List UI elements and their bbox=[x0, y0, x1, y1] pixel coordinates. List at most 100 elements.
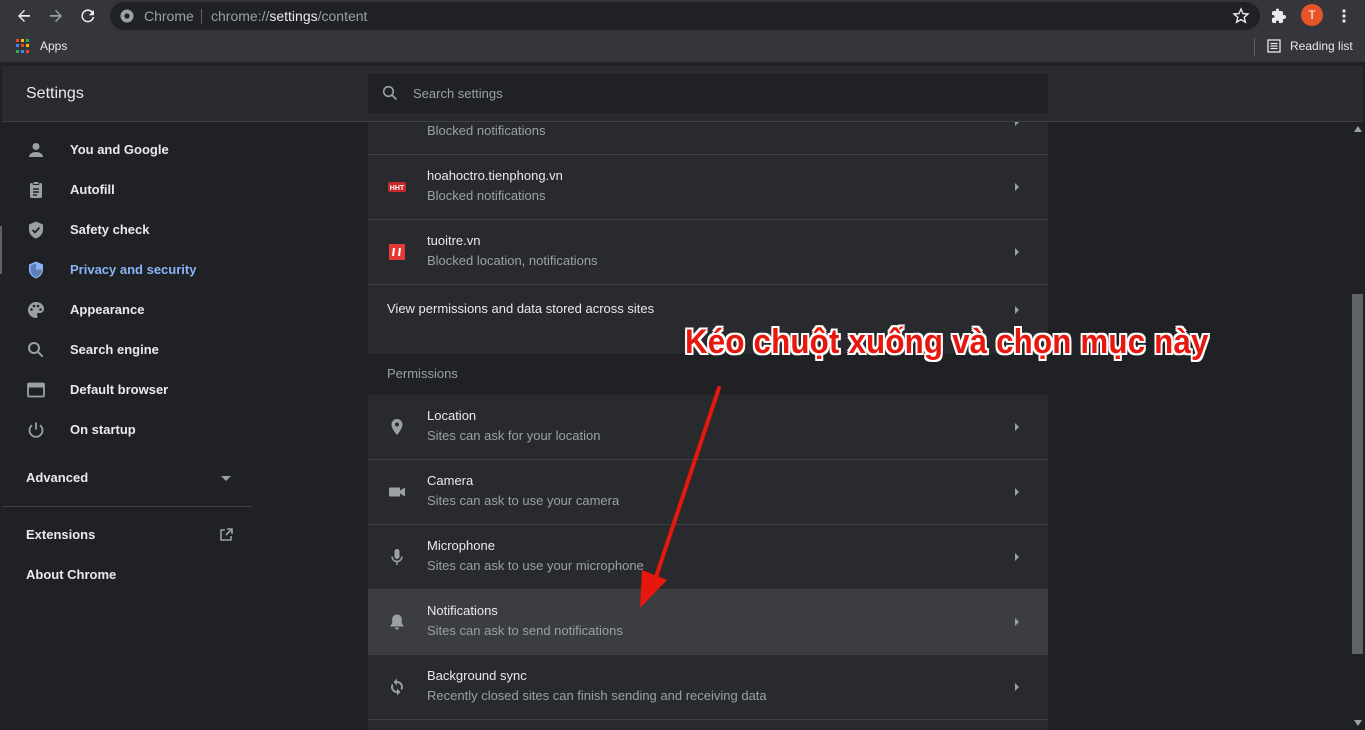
search-input[interactable]: Search settings bbox=[368, 74, 1048, 113]
permissions-card: Location Sites can ask for your location… bbox=[368, 395, 1048, 730]
permission-subtitle: Sites can ask to use your microphone bbox=[427, 558, 644, 573]
bookmarks-divider bbox=[1254, 38, 1255, 56]
reload-button[interactable] bbox=[76, 4, 100, 28]
page-scrollbar[interactable] bbox=[1351, 122, 1365, 730]
omnibox-divider bbox=[201, 9, 202, 24]
sidebar-item-privacy[interactable]: Privacy and security bbox=[2, 250, 252, 290]
chevron-right-icon bbox=[1015, 618, 1019, 626]
scroll-down-arrow-icon[interactable] bbox=[1354, 720, 1362, 726]
site-row[interactable]: tuoitre.vn Blocked location, notificatio… bbox=[368, 220, 1048, 285]
sidebar-about-chrome[interactable]: About Chrome bbox=[26, 567, 116, 582]
chevron-down-icon[interactable] bbox=[221, 476, 231, 482]
search-icon bbox=[382, 85, 398, 101]
sidebar-item-label: Autofill bbox=[70, 182, 115, 197]
scrollbar-thumb[interactable] bbox=[1352, 294, 1363, 654]
url-host: settings bbox=[269, 8, 318, 24]
page-title: Settings bbox=[26, 85, 84, 102]
reading-list-icon bbox=[1267, 39, 1281, 53]
sidebar-item-label: Appearance bbox=[70, 302, 145, 317]
permission-row-notifications[interactable]: Notifications Sites can ask to send noti… bbox=[368, 590, 1048, 655]
search-placeholder: Search settings bbox=[413, 86, 503, 101]
chevron-right-icon bbox=[1015, 183, 1019, 191]
clipboard-icon bbox=[30, 181, 42, 198]
sidebar-item-label: Safety check bbox=[70, 222, 150, 237]
permission-subtitle: Sites can ask for your location bbox=[427, 428, 601, 443]
settings-sidebar: You and Google Autofill Safety check Pri… bbox=[2, 122, 252, 730]
site-name: tuoitre.vn bbox=[427, 233, 481, 248]
site-chip-label: Chrome bbox=[144, 8, 194, 24]
site-row[interactable]: HHT hoahoctro.tienphong.vn Blocked notif… bbox=[368, 155, 1048, 220]
site-list-card: Blocked notifications HHT hoahoctro.tien… bbox=[368, 122, 1048, 354]
url-path: /content bbox=[317, 8, 368, 24]
permission-subtitle: Recently closed sites can finish sending… bbox=[427, 688, 767, 703]
scroll-up-arrow-icon[interactable] bbox=[1354, 126, 1362, 132]
settings-header: Settings Search settings bbox=[2, 66, 1363, 122]
puzzle-icon bbox=[1272, 8, 1286, 23]
apps-label: Apps bbox=[40, 39, 68, 53]
permission-subtitle: Sites can ask to use your camera bbox=[427, 493, 620, 508]
view-permissions-label: View permissions and data stored across … bbox=[387, 301, 655, 316]
permission-row-microphone[interactable]: Microphone Sites can ask to use your mic… bbox=[368, 525, 1048, 590]
site-row[interactable]: Blocked notifications bbox=[368, 122, 1048, 155]
palette-icon bbox=[28, 302, 44, 318]
open-external-icon[interactable] bbox=[218, 527, 234, 543]
site-favicon: HHT bbox=[388, 182, 406, 192]
permission-title: Background sync bbox=[427, 668, 527, 683]
apps-shortcut[interactable]: Apps bbox=[16, 39, 67, 53]
settings-content: Blocked notifications HHT hoahoctro.tien… bbox=[368, 122, 1048, 730]
power-icon bbox=[28, 422, 44, 438]
permission-row-background-sync[interactable]: Background sync Recently closed sites ca… bbox=[368, 655, 1048, 720]
sidebar-item-on-startup[interactable]: On startup bbox=[2, 410, 252, 450]
apps-grid-icon bbox=[16, 39, 30, 53]
sidebar-item-label: Search engine bbox=[70, 342, 159, 357]
permission-row-location[interactable]: Location Sites can ask for your location bbox=[368, 395, 1048, 460]
profile-avatar[interactable]: T bbox=[1301, 4, 1323, 26]
sidebar-extensions[interactable]: Extensions bbox=[26, 527, 95, 542]
bookmarks-bar: Apps Reading list bbox=[0, 32, 1365, 62]
svg-text:HHT: HHT bbox=[390, 185, 405, 192]
site-status: Blocked location, notifications bbox=[427, 253, 598, 268]
sidebar-item-appearance[interactable]: Appearance bbox=[2, 290, 252, 330]
sidebar-item-you-and-google[interactable]: You and Google bbox=[2, 130, 252, 170]
chrome-icon bbox=[120, 9, 134, 23]
address-bar[interactable]: Chrome chrome://settings/content bbox=[110, 2, 1260, 30]
permission-title: Camera bbox=[427, 473, 474, 488]
permission-title: Notifications bbox=[427, 603, 498, 618]
chevron-right-icon bbox=[1015, 248, 1019, 256]
permission-title: Location bbox=[427, 408, 477, 423]
tutorial-annotation-text: Kéo chuột xuống và chọn mục này bbox=[685, 323, 1209, 361]
arrow-right-icon bbox=[50, 9, 62, 22]
shield-check-icon bbox=[29, 221, 43, 239]
shield-icon bbox=[29, 261, 43, 279]
site-status: Blocked notifications bbox=[427, 188, 546, 203]
forward-button[interactable] bbox=[44, 4, 68, 28]
permission-row-camera[interactable]: Camera Sites can ask to use your camera bbox=[368, 460, 1048, 525]
site-favicon bbox=[389, 244, 405, 260]
sidebar-item-autofill[interactable]: Autofill bbox=[2, 170, 252, 210]
star-icon[interactable] bbox=[1232, 7, 1250, 25]
sidebar-item-default-browser[interactable]: Default browser bbox=[2, 370, 252, 410]
sidebar-item-label: On startup bbox=[70, 422, 136, 437]
sidebar-extensions-label: Extensions bbox=[26, 527, 96, 542]
back-button[interactable] bbox=[12, 4, 36, 28]
bell-icon bbox=[390, 614, 404, 630]
url-text: chrome://settings/content bbox=[211, 8, 367, 24]
reload-icon bbox=[81, 9, 95, 23]
menu-button[interactable] bbox=[1333, 5, 1355, 27]
chevron-right-icon bbox=[1015, 683, 1019, 691]
extensions-button[interactable] bbox=[1268, 5, 1290, 27]
permissions-heading: Permissions bbox=[387, 366, 458, 381]
chevron-right-icon bbox=[1015, 306, 1019, 314]
sidebar-advanced[interactable]: Advanced bbox=[26, 470, 88, 485]
sidebar-item-label: Privacy and security bbox=[70, 262, 197, 277]
sidebar-item-search-engine[interactable]: Search engine bbox=[2, 330, 252, 370]
sidebar-item-safety-check[interactable]: Safety check bbox=[2, 210, 252, 250]
url-scheme: chrome:// bbox=[211, 8, 270, 24]
permission-subtitle: Sites can ask to send notifications bbox=[427, 623, 623, 638]
person-icon bbox=[29, 143, 43, 157]
reading-list-button[interactable]: Reading list bbox=[1267, 39, 1353, 53]
arrow-left-icon bbox=[18, 9, 30, 22]
browser-icon bbox=[27, 382, 45, 398]
permission-title: Microphone bbox=[427, 538, 495, 553]
reading-list-label: Reading list bbox=[1290, 39, 1353, 53]
